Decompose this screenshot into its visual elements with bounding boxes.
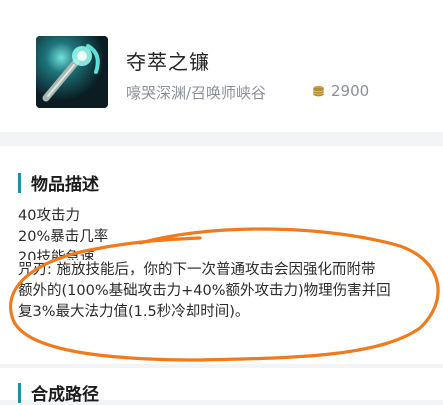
item-price: 2900	[312, 82, 369, 100]
description-text: 40攻击力 20%暴击几率 20技能急速 咒刃: 施放技能后，你的下一次普通攻击…	[18, 206, 433, 323]
description-card: 物品描述 40攻击力 20%暴击几率 20技能急速 咒刃: 施放技能后，你的下一…	[0, 146, 443, 364]
build-path-title: 合成路径	[31, 385, 99, 405]
description-title: 物品描述	[31, 175, 99, 195]
passive-line: 额外的(100%基础攻击力+40%额外攻击力)物理伤害并回	[18, 283, 391, 299]
price-value: 2900	[331, 82, 370, 100]
item-name: 夺萃之镰	[126, 50, 210, 74]
description-header: 物品描述	[18, 170, 99, 195]
passive-line: 复3%最大法力值(1.5秒冷却时间)。	[18, 304, 250, 320]
item-header-card: 夺萃之镰 嚎哭深渊/召唤师峡谷 2900	[0, 0, 443, 132]
build-path-header: 合成路径	[18, 380, 99, 405]
coin-icon	[313, 85, 324, 97]
stat-line: 20%暴击几率	[18, 229, 109, 245]
passive-line: 咒刃: 施放技能后，你的下一次普通攻击会因强化而附带	[18, 262, 376, 278]
item-maps: 嚎哭深渊/召唤师峡谷	[126, 84, 267, 102]
stat-line: 20技能急速	[18, 250, 95, 260]
stat-line: 40攻击力	[18, 208, 80, 224]
scythe-icon	[36, 36, 108, 108]
section-accent-bar	[18, 172, 21, 193]
build-path-card: 合成路径	[0, 368, 443, 405]
